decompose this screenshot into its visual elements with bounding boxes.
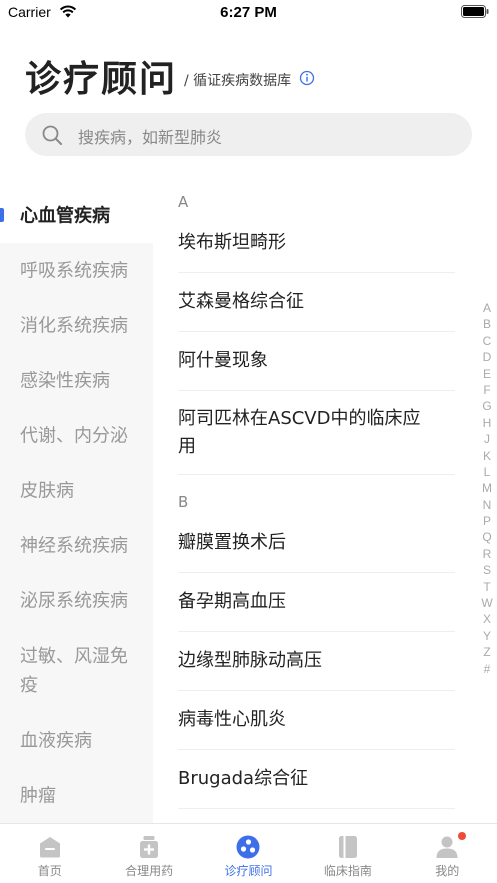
- search-bar[interactable]: 搜疾病，如新型肺炎: [25, 113, 472, 156]
- list-item[interactable]: 阿什曼现象: [178, 332, 455, 391]
- list-item[interactable]: 阿司匹林在ASCVD中的临床应用: [178, 391, 455, 475]
- book-icon: [338, 836, 357, 858]
- alphabet-index-letter[interactable]: K: [481, 448, 493, 464]
- disease-label: 埃布斯坦畸形: [178, 232, 286, 253]
- alphabet-index-letter[interactable]: Y: [481, 628, 493, 644]
- disease-label: 瓣膜置换术后: [178, 532, 286, 553]
- category-item-neurology[interactable]: 神经系统疾病: [0, 518, 153, 573]
- disease-label: 艾森曼格综合征: [178, 291, 304, 312]
- category-item-digestive[interactable]: 消化系统疾病: [0, 298, 153, 353]
- disease-label: 边缘型肺脉动高压: [178, 650, 322, 671]
- alphabet-index-letter[interactable]: N: [481, 497, 493, 513]
- disease-label: 阿什曼现象: [178, 350, 268, 371]
- category-item-cardiovascular[interactable]: 心血管疾病: [0, 188, 153, 243]
- page-title: 诊疗顾问: [25, 59, 178, 100]
- tab-bar: 首页 合理用药 诊疗顾问 临床指南 我的: [0, 823, 497, 883]
- alphabet-index-letter[interactable]: A: [481, 300, 493, 316]
- disease-label: 阿司匹林在ASCVD中的临床应用: [178, 407, 421, 457]
- tab-label: 我的: [435, 864, 460, 878]
- category-label: 皮肤病: [20, 480, 74, 501]
- category-label: 呼吸系统疾病: [20, 260, 128, 281]
- list-item[interactable]: 瓣膜置换术后: [178, 514, 455, 573]
- alphabet-index-letter[interactable]: P: [481, 513, 493, 529]
- category-item-hematology[interactable]: 血液疾病: [0, 713, 153, 768]
- alphabet-index-letter[interactable]: B: [481, 316, 493, 332]
- category-item-allergy-rheumatology[interactable]: 过敏、风湿免疫: [0, 628, 153, 713]
- medicine-icon: [140, 836, 159, 858]
- tab-label: 合理用药: [125, 864, 174, 878]
- alphabet-index-letter[interactable]: X: [481, 611, 493, 627]
- category-label: 消化系统疾病: [20, 315, 128, 336]
- alphabet-index-letter[interactable]: M: [481, 480, 493, 496]
- status-time: 6:27 PM: [220, 4, 277, 21]
- alphabet-index-letter[interactable]: S: [481, 562, 493, 578]
- alphabet-index-letter[interactable]: H: [481, 415, 493, 431]
- tab-label: 首页: [37, 864, 62, 878]
- list-item[interactable]: 备孕期高血压: [178, 573, 455, 632]
- alphabet-index-letter[interactable]: L: [481, 464, 493, 480]
- category-item-metabolic-endocrine[interactable]: 代谢、内分泌: [0, 408, 153, 463]
- category-item-respiratory[interactable]: 呼吸系统疾病: [0, 243, 153, 298]
- alphabet-index-letter[interactable]: G: [481, 398, 493, 414]
- category-item-dermatology[interactable]: 皮肤病: [0, 463, 153, 518]
- alphabet-index[interactable]: A B C D E F G H J K L M N P Q R S T W X Y Z #: [481, 300, 493, 677]
- alphabet-index-letter[interactable]: R: [481, 546, 493, 562]
- active-indicator: [0, 208, 4, 222]
- alphabet-index-letter[interactable]: Z: [481, 644, 493, 660]
- info-icon[interactable]: [299, 70, 315, 86]
- battery-icon: [461, 5, 489, 18]
- disease-label: 病毒性心肌炎: [178, 709, 286, 730]
- tab-profile[interactable]: 我的: [398, 824, 497, 883]
- section-header-a: A: [178, 193, 189, 211]
- category-label: 神经系统疾病: [20, 535, 128, 556]
- alphabet-index-letter[interactable]: C: [481, 333, 493, 349]
- alphabet-index-letter[interactable]: F: [481, 382, 493, 398]
- category-item-infectious[interactable]: 感染性疾病: [0, 353, 153, 408]
- alphabet-index-letter[interactable]: #: [481, 661, 493, 677]
- category-label: 肿瘤: [20, 785, 56, 806]
- list-item[interactable]: 艾森曼格综合征: [178, 273, 455, 332]
- category-label: 代谢、内分泌: [20, 425, 128, 446]
- category-label: 过敏、风湿免疫: [20, 645, 128, 696]
- tab-label: 临床指南: [323, 864, 372, 878]
- category-label: 感染性疾病: [20, 370, 110, 391]
- category-label: 泌尿系统疾病: [20, 590, 128, 611]
- tab-guidelines[interactable]: 临床指南: [298, 824, 397, 883]
- section-header-b: B: [178, 493, 189, 511]
- search-icon: [42, 125, 62, 145]
- category-label: 心血管疾病: [20, 205, 110, 226]
- category-sidebar: 心血管疾病 呼吸系统疾病 消化系统疾病 感染性疾病 代谢、内分泌 皮肤病 神经系…: [0, 188, 153, 823]
- tab-label: 诊疗顾问: [224, 864, 273, 878]
- disease-label: Brugada综合征: [178, 768, 309, 789]
- alphabet-index-letter[interactable]: Q: [481, 529, 493, 545]
- notification-badge-dot: [457, 832, 466, 840]
- list-item[interactable]: 病毒性心肌炎: [178, 691, 455, 750]
- disease-label: 备孕期高血压: [178, 591, 286, 612]
- alphabet-index-letter[interactable]: T: [481, 579, 493, 595]
- alphabet-index-letter[interactable]: J: [481, 431, 493, 447]
- list-item[interactable]: 边缘型肺脉动高压: [178, 632, 455, 691]
- advisor-icon: [236, 835, 260, 859]
- profile-icon: [436, 836, 458, 858]
- page-subtitle: / 循证疾病数据库: [184, 73, 292, 89]
- search-input[interactable]: 搜疾病，如新型肺炎: [78, 124, 222, 148]
- category-label: 血液疾病: [20, 730, 92, 751]
- category-item-urology[interactable]: 泌尿系统疾病: [0, 573, 153, 628]
- alphabet-index-letter[interactable]: D: [481, 349, 493, 365]
- alphabet-index-letter[interactable]: E: [481, 366, 493, 382]
- tab-medicine[interactable]: 合理用药: [99, 824, 198, 883]
- status-bar: Carrier 6:27 PM: [0, 0, 497, 26]
- alphabet-index-letter[interactable]: W: [481, 595, 493, 611]
- tab-home[interactable]: 首页: [0, 824, 99, 883]
- category-item-oncology[interactable]: 肿瘤: [0, 768, 153, 823]
- list-item[interactable]: 埃布斯坦畸形: [178, 214, 455, 273]
- home-icon: [39, 837, 60, 858]
- tab-advisor[interactable]: 诊疗顾问: [199, 824, 298, 883]
- list-item[interactable]: Brugada综合征: [178, 750, 455, 809]
